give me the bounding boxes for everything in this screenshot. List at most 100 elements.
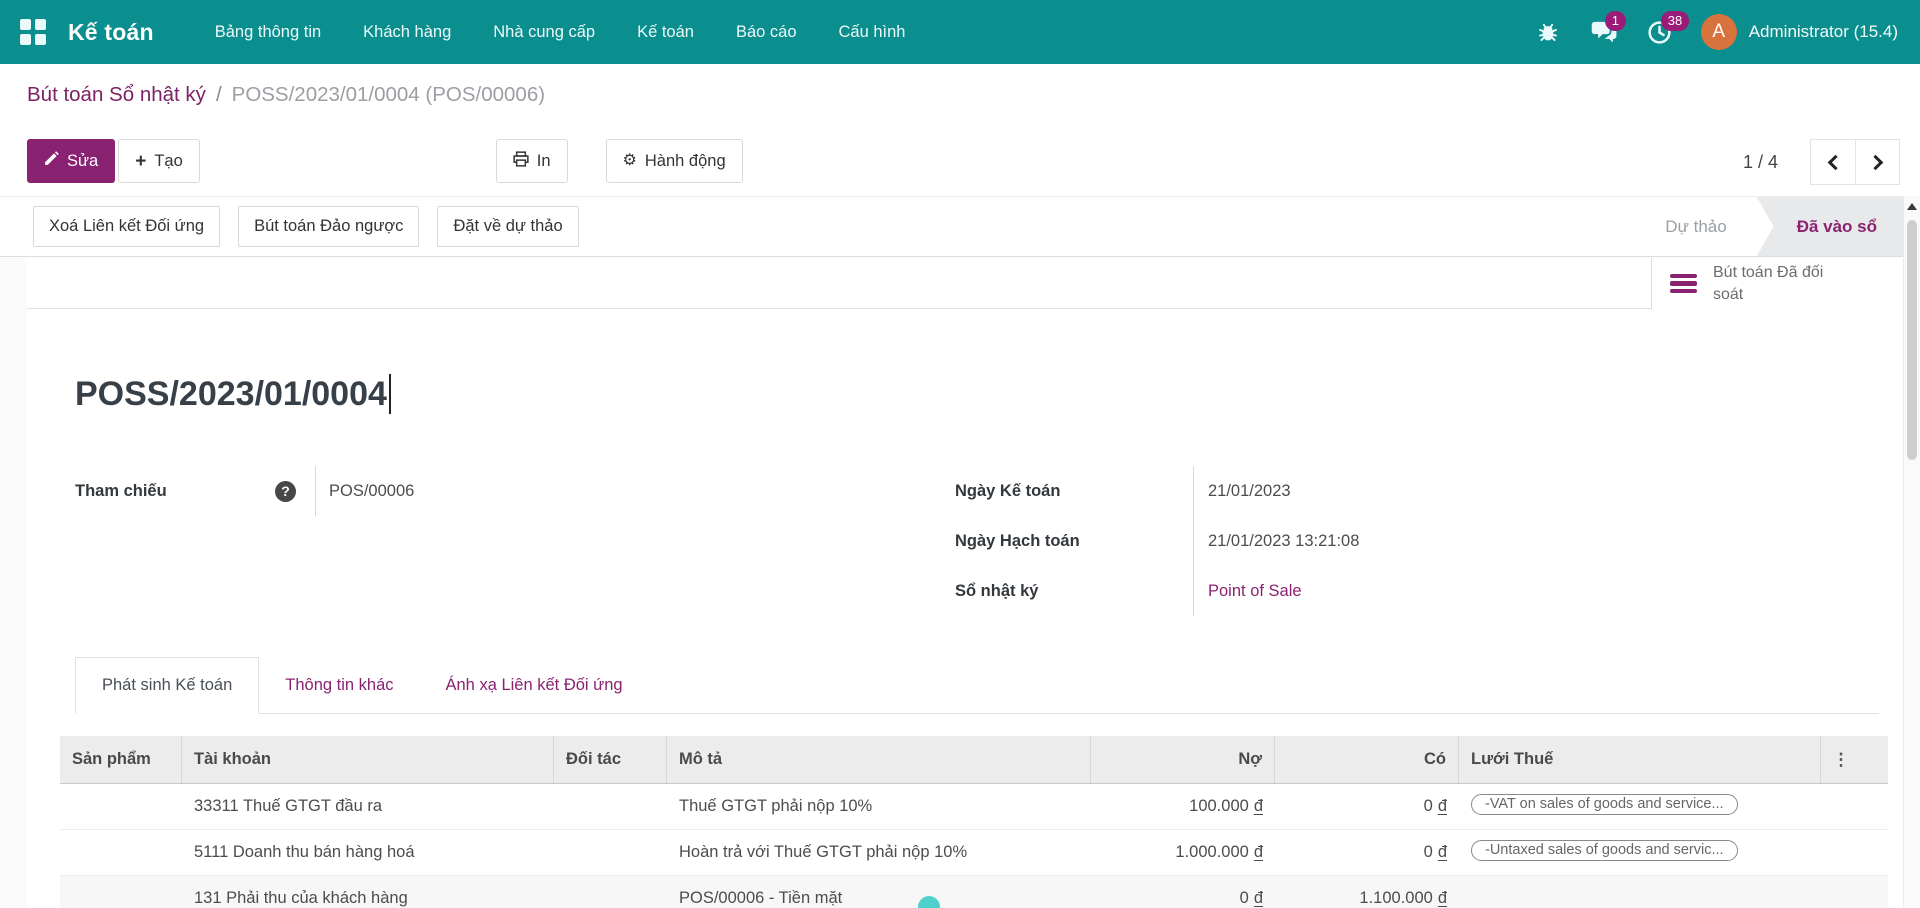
button-box: Bút toán Đã đối soát	[27, 258, 1903, 309]
stage-posted[interactable]: Đã vào sổ	[1757, 197, 1903, 256]
field-groups: Tham chiếu ? POS/00006 Ngày Kế toán Ngày…	[75, 466, 1863, 616]
pencil-icon	[44, 151, 59, 171]
avatar: A	[1701, 14, 1737, 50]
currency-symbol: đ	[1438, 889, 1447, 908]
user-menu[interactable]: A Administrator (15.4)	[1701, 14, 1898, 50]
reconciled-entries-stat-button[interactable]: Bút toán Đã đối soát	[1651, 258, 1903, 309]
action-menu-button[interactable]: ⚙ Hành động	[606, 139, 743, 183]
col-tax-grid[interactable]: Lưới Thuế	[1459, 736, 1821, 783]
posting-date-label: Ngày Hạch toán	[955, 532, 1080, 551]
currency-symbol: đ	[1438, 843, 1447, 862]
cell-account: 5111 Doanh thu bán hàng hoá	[182, 843, 554, 862]
messages-badge: 1	[1605, 11, 1626, 31]
tax-grid-tag: -Untaxed sales of goods and servic...	[1471, 840, 1738, 861]
cell-description: POS/00006 - Tiền mặt	[667, 889, 1091, 908]
field-group-left: Tham chiếu ? POS/00006	[75, 466, 955, 616]
col-description[interactable]: Mô tả	[667, 736, 1091, 783]
cell-debit: 100.000đ	[1189, 797, 1263, 816]
journal-link[interactable]: Point of Sale	[1208, 582, 1302, 601]
action-menu-label: Hành động	[645, 152, 726, 171]
breadcrumb-current: POSS/2023/01/0004 (POS/00006)	[232, 83, 545, 107]
col-credit[interactable]: Có	[1275, 736, 1459, 783]
create-label: Tạo	[154, 152, 182, 171]
currency-symbol: đ	[1438, 797, 1447, 816]
app-title[interactable]: Kế toán	[68, 19, 154, 46]
record-title-text: POSS/2023/01/0004	[75, 375, 387, 414]
chevron-right-icon	[1868, 154, 1884, 170]
bug-icon[interactable]	[1533, 17, 1563, 47]
scrollbar-thumb[interactable]	[1907, 220, 1917, 460]
reference-value[interactable]: POS/00006	[316, 482, 414, 501]
pager-buttons	[1810, 139, 1900, 185]
journal-label: Sổ nhật ký	[955, 582, 1038, 601]
pager: 1 / 4	[1743, 139, 1900, 185]
nav-right-cluster: 1 38 A Administrator (15.4)	[1533, 14, 1898, 50]
posting-date-value[interactable]: 21/01/2023 13:21:08	[1208, 532, 1359, 551]
text-cursor	[389, 374, 391, 414]
col-partner[interactable]: Đối tác	[554, 736, 667, 783]
reset-to-draft-button[interactable]: Đặt về dự thảo	[437, 206, 578, 247]
cell-description: Hoàn trả với Thuế GTGT phải nộp 10%	[667, 843, 1091, 862]
reconciled-entries-label: Bút toán Đã đối soát	[1713, 262, 1843, 305]
currency-symbol: đ	[1254, 797, 1263, 816]
reference-label: Tham chiếu	[75, 482, 275, 501]
form-sheet: Bút toán Đã đối soát POSS/2023/01/0004 T…	[27, 258, 1903, 908]
table-row[interactable]: 5111 Doanh thu bán hàng hoá Hoàn trả với…	[60, 830, 1888, 876]
reverse-entry-button[interactable]: Bút toán Đảo ngược	[238, 206, 419, 247]
stage-widget: Dự thảo Đã vào sổ	[1665, 197, 1903, 256]
gear-icon: ⚙	[623, 153, 637, 169]
pager-previous-button[interactable]	[1811, 140, 1855, 184]
currency-symbol: đ	[1254, 889, 1263, 908]
table-header: Sản phẩm Tài khoản Đối tác Mô tả Nợ Có L…	[60, 736, 1888, 784]
table-row[interactable]: 33311 Thuế GTGT đầu ra Thuế GTGT phải nộ…	[60, 784, 1888, 830]
cell-credit: 0đ	[1424, 843, 1447, 862]
activities-clock-icon[interactable]: 38	[1645, 17, 1675, 47]
menu-accounting[interactable]: Kế toán	[616, 0, 715, 64]
pager-value: 1 / 4	[1743, 152, 1778, 173]
edit-button[interactable]: Sửa	[27, 139, 115, 183]
print-label: In	[537, 152, 551, 171]
tab-other-info[interactable]: Thông tin khác	[259, 657, 419, 714]
accounting-date-label: Ngày Kế toán	[955, 482, 1060, 501]
cell-debit: 0đ	[1240, 889, 1263, 908]
menu-reporting[interactable]: Báo cáo	[715, 0, 818, 64]
hamburger-icon	[1670, 274, 1697, 294]
statusbar: Xoá Liên kết Đối ứng Bút toán Đảo ngược …	[0, 196, 1903, 257]
remove-reconciliation-button[interactable]: Xoá Liên kết Đối ứng	[33, 206, 220, 247]
table-row[interactable]: 131 Phải thu của khách hàng POS/00006 - …	[60, 876, 1888, 908]
menu-configuration[interactable]: Cấu hình	[818, 0, 927, 64]
col-debit[interactable]: Nợ	[1091, 736, 1275, 783]
column-options-icon[interactable]: ⋮	[1833, 750, 1850, 770]
cell-credit: 0đ	[1424, 797, 1447, 816]
messages-icon[interactable]: 1	[1589, 17, 1619, 47]
menu-customers[interactable]: Khách hàng	[342, 0, 472, 64]
tab-journal-items[interactable]: Phát sinh Kế toán	[75, 657, 259, 714]
print-button[interactable]: In	[496, 139, 568, 183]
help-icon[interactable]: ?	[275, 481, 296, 502]
tab-reconciliation-mapping[interactable]: Ánh xạ Liên kết Đối ứng	[420, 657, 649, 714]
col-account[interactable]: Tài khoản	[182, 736, 554, 783]
main-menu: Bảng thông tin Khách hàng Nhà cung cấp K…	[194, 0, 927, 64]
plus-icon: +	[135, 152, 146, 171]
breadcrumb-parent-link[interactable]: Bút toán Sổ nhật ký	[27, 83, 206, 107]
menu-dashboard[interactable]: Bảng thông tin	[194, 0, 342, 64]
cell-description: Thuế GTGT phải nộp 10%	[667, 797, 1091, 816]
chevron-left-icon	[1827, 154, 1843, 170]
stage-draft[interactable]: Dự thảo	[1665, 217, 1726, 237]
cell-account: 33311 Thuế GTGT đầu ra	[182, 797, 554, 816]
vertical-scrollbar[interactable]	[1903, 196, 1920, 908]
currency-symbol: đ	[1254, 843, 1263, 862]
cell-debit: 1.000.000đ	[1175, 843, 1263, 862]
accounting-date-value[interactable]: 21/01/2023	[1208, 482, 1291, 501]
apps-grid-icon[interactable]	[20, 19, 46, 45]
pager-next-button[interactable]	[1855, 140, 1899, 184]
scrollbar-up-arrow-icon[interactable]	[1907, 203, 1917, 210]
menu-vendors[interactable]: Nhà cung cấp	[472, 0, 616, 64]
create-button[interactable]: + Tạo	[118, 139, 200, 183]
user-name: Administrator (15.4)	[1749, 22, 1898, 42]
record-title[interactable]: POSS/2023/01/0004	[75, 374, 391, 414]
activities-badge: 38	[1661, 11, 1689, 31]
col-product[interactable]: Sản phẩm	[60, 736, 182, 783]
notebook-tabs: Phát sinh Kế toán Thông tin khác Ánh xạ …	[75, 656, 1879, 714]
control-panel: Sửa + Tạo In ⚙ Hành động 1 / 4	[0, 126, 1920, 196]
